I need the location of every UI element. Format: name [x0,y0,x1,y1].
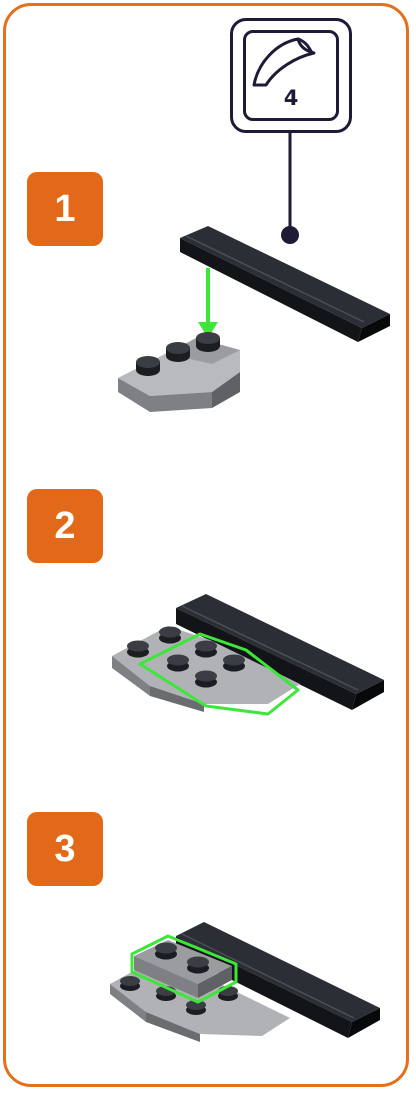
assembly-illustrations [110,133,390,1042]
step1-green-arrow [198,268,218,338]
callout-leader [281,133,299,244]
